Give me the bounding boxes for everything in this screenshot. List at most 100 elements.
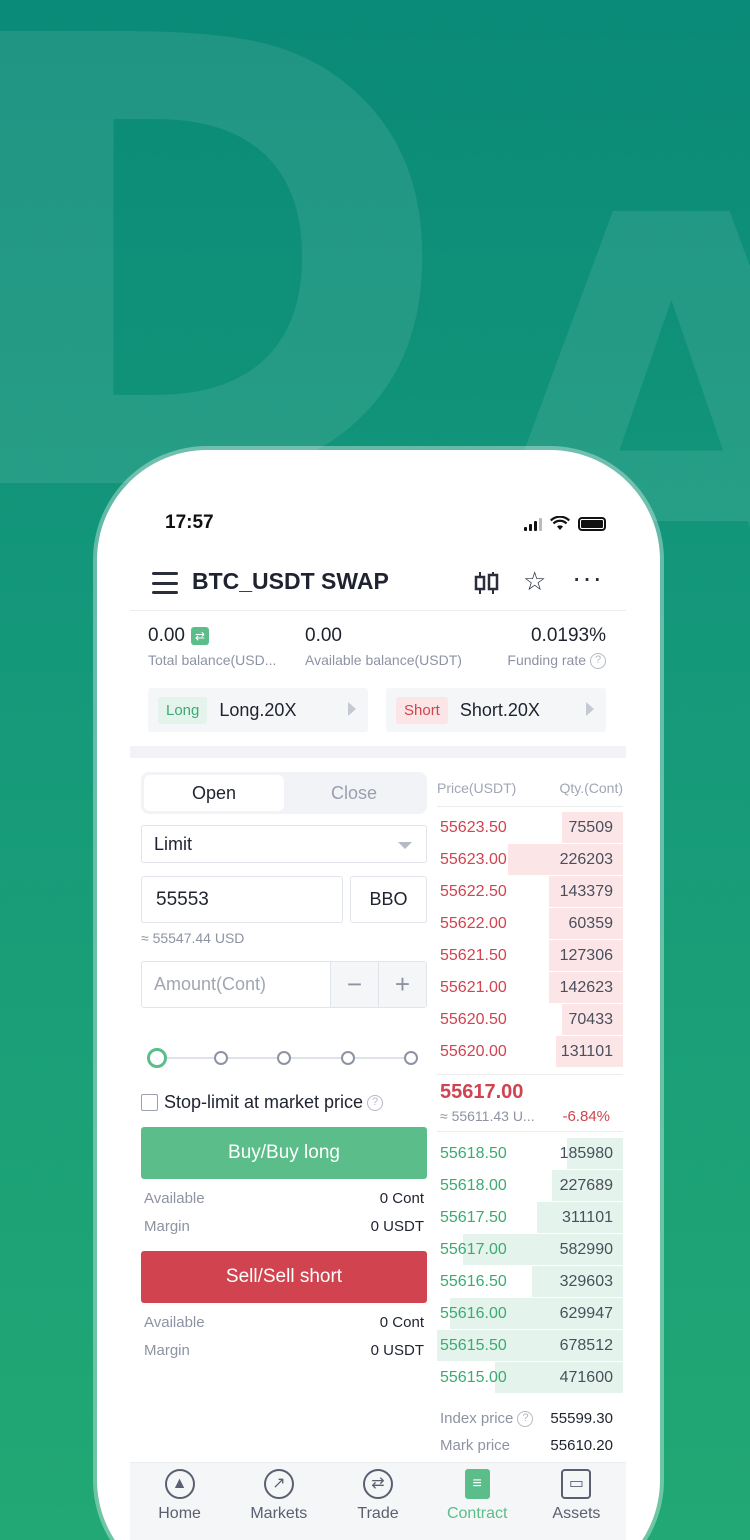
- slider-step[interactable]: [147, 1048, 167, 1068]
- total-balance-label: Total balance(USD...: [148, 652, 277, 668]
- status-icons: [524, 516, 606, 531]
- last-price-box: 55617.00 ≈ 55611.43 U... -6.84%: [437, 1074, 623, 1132]
- tab-label: Markets: [250, 1505, 308, 1522]
- tab-contract[interactable]: ≡ Contract: [428, 1463, 527, 1540]
- help-icon[interactable]: ?: [517, 1411, 534, 1428]
- price-input[interactable]: 55553: [141, 876, 343, 923]
- bid-row[interactable]: 55618.50 185980: [437, 1138, 623, 1170]
- slider-step[interactable]: [404, 1051, 418, 1065]
- qty-header: Qty.(Cont): [559, 780, 623, 796]
- bid-qty: 227689: [559, 1177, 613, 1194]
- ask-row[interactable]: 55620.00 131101: [437, 1036, 623, 1068]
- help-icon[interactable]: ?: [367, 1094, 384, 1111]
- ask-row[interactable]: 55622.00 60359: [437, 908, 623, 940]
- amount-input[interactable]: Amount(Cont): [142, 962, 330, 1007]
- short-leverage-selector[interactable]: Short Short.20X: [386, 688, 606, 732]
- bid-row[interactable]: 55615.50 678512: [437, 1330, 623, 1362]
- slider-step[interactable]: [277, 1051, 291, 1065]
- tab-home[interactable]: ▲ Home: [130, 1463, 229, 1540]
- amount-slider[interactable]: [141, 1046, 427, 1070]
- ask-row[interactable]: 55621.50 127306: [437, 940, 623, 972]
- tab-markets[interactable]: ↗ Markets: [229, 1463, 328, 1540]
- bid-row[interactable]: 55617.00 582990: [437, 1234, 623, 1266]
- sell-short-button[interactable]: Sell/Sell short: [141, 1251, 427, 1303]
- ask-price: 55620.00: [440, 1043, 507, 1060]
- more-icon[interactable]: ···: [572, 564, 603, 592]
- ask-row[interactable]: 55620.50 70433: [437, 1004, 623, 1036]
- tab-label: Contract: [446, 1505, 508, 1522]
- ask-row[interactable]: 55622.50 143379: [437, 876, 623, 908]
- balance-summary: 0.00 ⇄ Total balance(USD... 0.00 Availabl…: [130, 622, 626, 682]
- funding-rate-label: Funding rate: [507, 652, 586, 668]
- available-value: 0 Cont: [379, 1314, 424, 1331]
- ask-row[interactable]: 55621.00 142623: [437, 972, 623, 1004]
- funding-rate: 0.0193% Funding rate?: [507, 622, 606, 670]
- bid-price: 55617.00: [440, 1241, 507, 1258]
- header-divider: [130, 610, 626, 611]
- tab-trade[interactable]: ⇄ Trade: [328, 1463, 427, 1540]
- ask-qty: 131101: [560, 1043, 613, 1060]
- help-icon[interactable]: ?: [590, 653, 606, 670]
- mark-price-label: Mark price: [440, 1437, 511, 1455]
- home-icon: ▲: [164, 1469, 195, 1499]
- bid-qty: 311101: [561, 1209, 613, 1226]
- decrease-button[interactable]: −: [330, 962, 378, 1007]
- order-book: Price(USDT) Qty.(Cont) 55623.50 75509 5562…: [437, 780, 623, 1454]
- bid-row[interactable]: 55618.00 227689: [437, 1170, 623, 1202]
- signal-icon: [524, 517, 542, 531]
- price-row: 55553 BBO: [141, 876, 427, 923]
- bid-row[interactable]: 55616.00 629947: [437, 1298, 623, 1330]
- stoplimit-checkbox[interactable]: [141, 1094, 158, 1111]
- buy-long-button[interactable]: Buy/Buy long: [141, 1127, 427, 1179]
- status-time: 17:57: [165, 512, 214, 533]
- bbo-button[interactable]: BBO: [350, 876, 427, 923]
- open-close-tabs: Open Close: [141, 772, 427, 814]
- pair-title[interactable]: BTC_USDT SWAP: [192, 568, 389, 595]
- long-leverage-selector[interactable]: Long Long.20X: [148, 688, 368, 732]
- long-leverage-value: Long.20X: [219, 699, 297, 720]
- bid-qty: 329603: [559, 1273, 613, 1290]
- price-approx: ≈ 55547.44 USD: [141, 930, 245, 946]
- last-price-approx: ≈ 55611.43 U...: [440, 1108, 535, 1124]
- bid-price: 55615.00: [440, 1369, 507, 1386]
- available-label: Available: [144, 1314, 205, 1331]
- last-price[interactable]: 55617.00: [440, 1081, 620, 1104]
- slider-step[interactable]: [340, 1051, 355, 1065]
- order-type-select[interactable]: Limit: [141, 825, 427, 863]
- chevron-right-icon: [348, 702, 356, 716]
- bid-row[interactable]: 55616.50 329603: [437, 1266, 623, 1298]
- ask-row[interactable]: 55623.50 75509: [437, 812, 623, 844]
- order-type-value: Limit: [154, 834, 193, 854]
- slider-step[interactable]: [213, 1051, 228, 1065]
- order-book-header: Price(USDT) Qty.(Cont): [437, 780, 623, 806]
- ask-price: 55620.50: [440, 1011, 507, 1028]
- bid-row[interactable]: 55617.50 311101: [437, 1202, 623, 1234]
- long-tag: Long: [158, 696, 208, 724]
- price-change: -6.84%: [562, 1108, 610, 1125]
- ask-row[interactable]: 55623.00 226203: [437, 844, 623, 876]
- ask-qty: 127306: [559, 947, 613, 964]
- candlestick-icon[interactable]: [473, 570, 501, 596]
- available-value: 0 Cont: [379, 1190, 424, 1207]
- stoplimit-label: Stop-limit at market price: [164, 1092, 364, 1112]
- bid-price: 55618.00: [440, 1177, 507, 1194]
- battery-icon: [578, 516, 606, 531]
- menu-icon[interactable]: [152, 572, 178, 594]
- transfer-icon[interactable]: ⇄: [190, 627, 209, 645]
- ask-qty: 60359: [568, 915, 614, 932]
- margin-label: Margin: [144, 1342, 190, 1359]
- ask-price: 55621.50: [440, 947, 507, 964]
- amount-row: Amount(Cont) − +: [141, 961, 427, 1008]
- favorite-star-icon[interactable]: ☆: [523, 568, 546, 594]
- chevron-right-icon: [586, 702, 594, 716]
- chevron-down-icon: [398, 842, 412, 849]
- tab-close[interactable]: Close: [284, 775, 424, 811]
- bid-qty: 471600: [559, 1369, 613, 1386]
- bid-price: 55615.50: [440, 1337, 507, 1354]
- tab-assets[interactable]: ▭ Assets: [527, 1463, 626, 1540]
- stoplimit-row: Stop-limit at market price ?: [141, 1092, 427, 1113]
- bid-qty: 185980: [559, 1145, 613, 1162]
- bid-row[interactable]: 55615.00 471600: [437, 1362, 623, 1394]
- tab-open[interactable]: Open: [144, 775, 284, 811]
- increase-button[interactable]: +: [378, 962, 426, 1007]
